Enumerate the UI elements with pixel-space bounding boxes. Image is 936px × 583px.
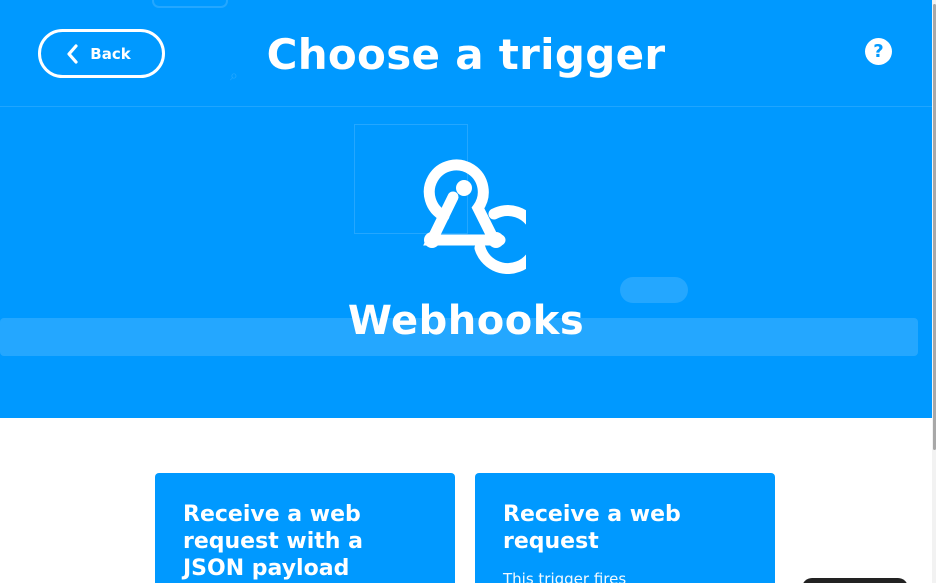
page-title: Choose a trigger bbox=[266, 30, 666, 79]
floating-pill[interactable] bbox=[802, 578, 908, 583]
page: ⌕ Back Choose a trigger ? Webhooks Recei… bbox=[0, 0, 936, 583]
trigger-card-title: Receive a web request with a JSON payloa… bbox=[183, 502, 363, 581]
trigger-card-description: This trigger fires bbox=[503, 570, 627, 583]
trigger-card-title: Receive a web request bbox=[503, 502, 681, 554]
help-icon[interactable]: ? bbox=[865, 38, 892, 65]
help-label: ? bbox=[873, 41, 884, 62]
trigger-card-json-request[interactable]: Receive a web request with a JSON payloa… bbox=[155, 473, 455, 583]
service-name: Webhooks bbox=[347, 298, 585, 344]
top-bar: Back Choose a trigger ? bbox=[0, 0, 932, 107]
service-hero: ⌕ Back Choose a trigger ? Webhooks bbox=[0, 0, 932, 418]
webhooks-icon bbox=[404, 158, 543, 275]
trigger-card-web-request[interactable]: Receive a web request This trigger fires bbox=[475, 473, 775, 583]
